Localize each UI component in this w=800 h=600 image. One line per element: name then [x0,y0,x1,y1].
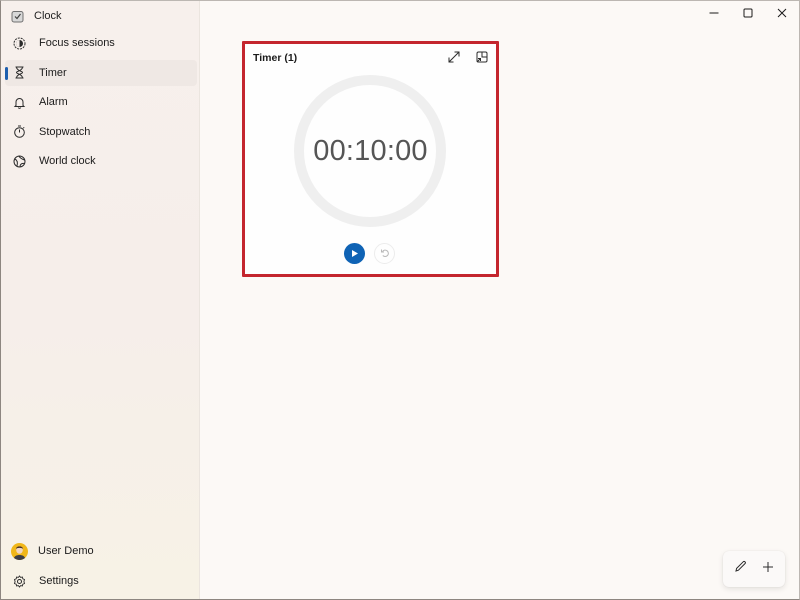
keep-on-top-button[interactable] [472,49,492,69]
stopwatch-icon [13,125,26,138]
account-name: User Demo [38,545,94,557]
sidebar-item-label: Alarm [39,96,68,108]
add-timer-button[interactable] [757,558,779,580]
maximize-button[interactable] [731,1,765,27]
expand-icon [448,50,460,68]
clock-window: Clock Focus sessions Timer Alarm Stopwat… [0,0,800,600]
sidebar-item-stopwatch[interactable]: Stopwatch [5,119,197,145]
sidebar-item-world-clock[interactable]: World clock [5,148,197,174]
minimize-icon [709,5,719,23]
timer-title: Timer (1) [253,52,298,64]
maximize-icon [743,5,753,23]
pencil-icon [734,560,747,578]
edit-timers-button[interactable] [730,558,752,580]
account-button[interactable]: User Demo [5,538,197,564]
clock-app-icon [11,10,24,23]
minimize-button[interactable] [697,1,731,27]
sidebar-item-timer[interactable]: Timer [5,59,197,86]
reset-icon [380,245,390,263]
sidebar-item-alarm[interactable]: Alarm [5,89,197,115]
hourglass-icon [13,66,26,79]
sidebar-nav: Focus sessions Timer Alarm Stopwatch Wor… [5,30,197,178]
expand-button[interactable] [444,49,464,69]
footer-actions [723,551,785,587]
avatar [11,542,28,560]
sidebar: Clock Focus sessions Timer Alarm Stopwat… [1,1,200,599]
gear-icon [13,574,26,588]
app-title: Clock [34,10,62,22]
sidebar-item-label: Settings [39,575,79,587]
keep-on-top-icon [476,50,488,68]
sidebar-item-label: Focus sessions [39,37,115,49]
sidebar-item-label: Stopwatch [39,125,91,138]
sidebar-footer: User Demo Settings [5,538,197,598]
timer-card[interactable]: Timer (1) 00:10:00 [242,41,499,277]
sidebar-item-label: Timer [39,66,67,79]
active-indicator [5,66,8,80]
app-title-bar: Clock [11,7,62,25]
start-button[interactable] [344,243,365,264]
sidebar-item-focus-sessions[interactable]: Focus sessions [5,30,197,56]
globe-icon [13,155,26,168]
sidebar-item-label: World clock [39,155,96,167]
focus-icon [13,37,26,50]
timer-display: 00:10:00 [313,135,428,167]
close-button[interactable] [765,1,799,27]
close-icon [777,5,787,23]
sidebar-item-settings[interactable]: Settings [5,568,197,594]
bell-icon [13,96,26,109]
play-icon [350,245,359,263]
reset-button[interactable] [374,243,395,264]
window-controls [697,1,799,27]
plus-icon [762,560,774,578]
